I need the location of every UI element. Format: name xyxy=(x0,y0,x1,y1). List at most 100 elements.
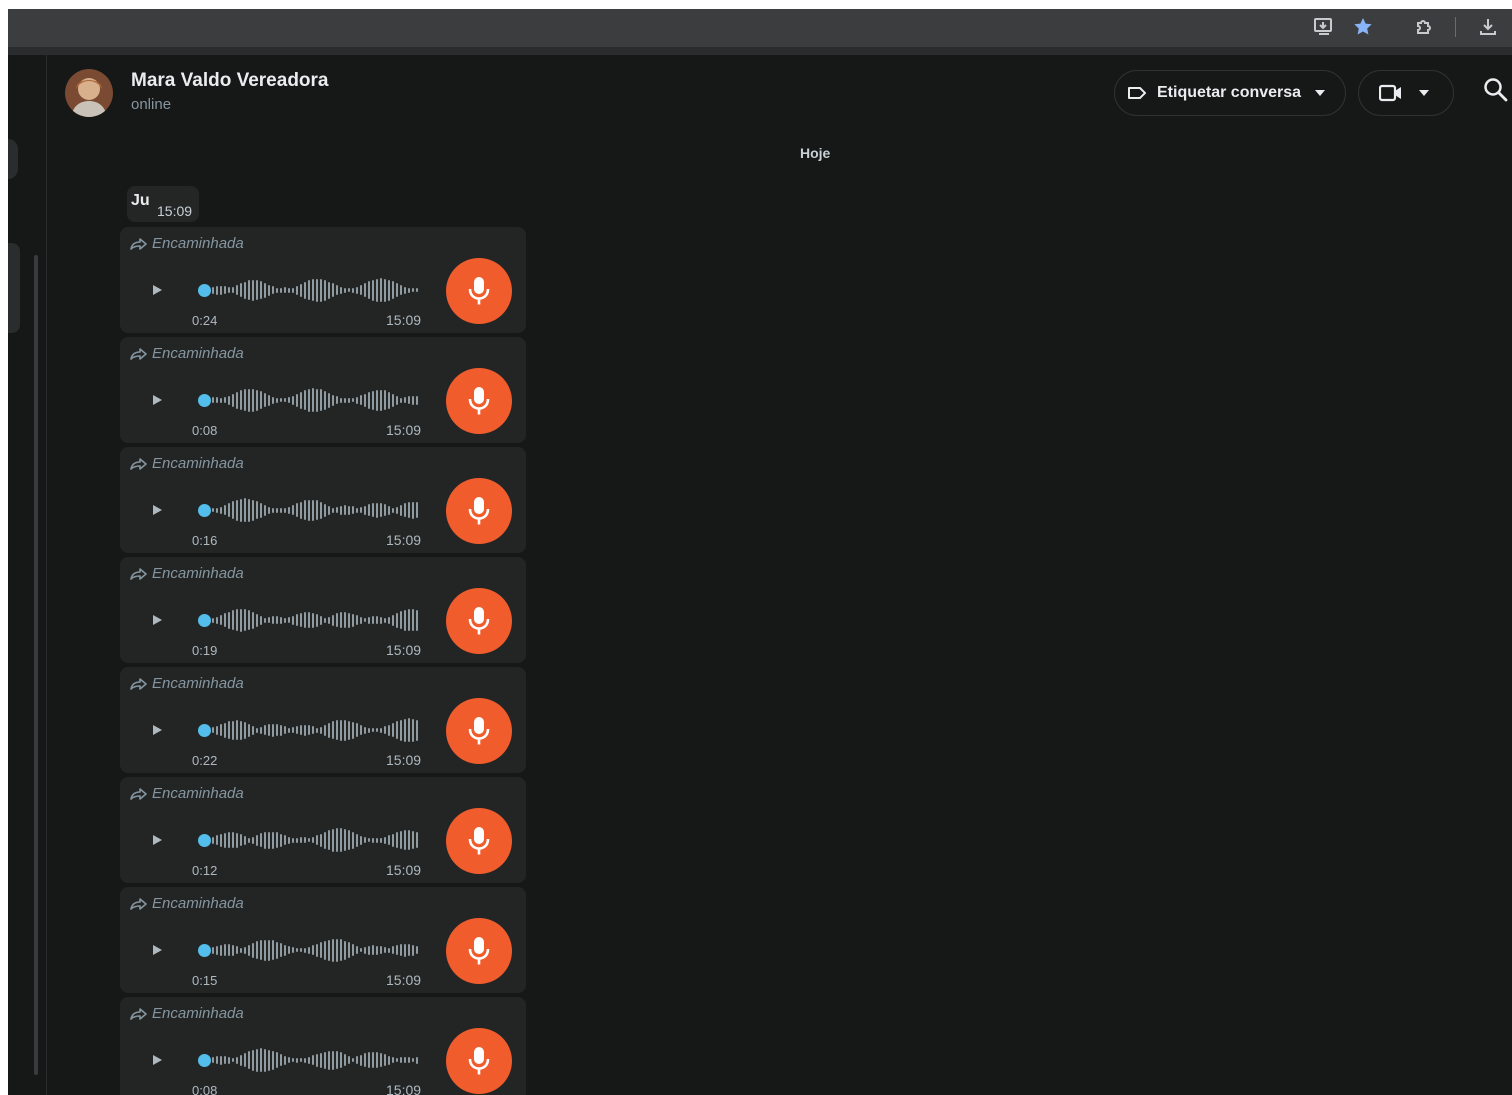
voice-duration: 0:22 xyxy=(192,753,218,768)
voice-message-bubble[interactable]: Encaminhada 0:08 15:09 xyxy=(120,997,526,1095)
waveform[interactable] xyxy=(212,497,422,523)
contact-status: online xyxy=(131,96,172,113)
microphone-icon xyxy=(446,918,512,984)
microphone-icon xyxy=(446,698,512,764)
message-time: 15:09 xyxy=(386,972,422,988)
message-time: 15:09 xyxy=(386,752,422,768)
message-time: 15:09 xyxy=(386,1082,422,1095)
forward-icon xyxy=(130,567,152,580)
screenshot-frame: Mara Valdo Vereadora online Etiquetar co… xyxy=(8,9,1512,1095)
rail-tab[interactable] xyxy=(8,243,20,333)
waveform[interactable] xyxy=(212,607,422,633)
playback-position-handle[interactable] xyxy=(198,1054,211,1067)
play-icon[interactable] xyxy=(150,503,164,522)
download-icon[interactable] xyxy=(1477,16,1499,38)
rail-tab[interactable] xyxy=(8,139,18,179)
playback-position-handle[interactable] xyxy=(198,724,211,737)
message-time: 15:09 xyxy=(386,312,422,328)
playback-position-handle[interactable] xyxy=(198,284,211,297)
forwarded-text: Encaminhada xyxy=(152,235,244,252)
play-icon[interactable] xyxy=(150,723,164,742)
forward-icon xyxy=(130,457,152,470)
play-icon[interactable] xyxy=(150,833,164,852)
forwarded-text: Encaminhada xyxy=(152,895,244,912)
waveform[interactable] xyxy=(212,717,422,743)
voice-message-bubble[interactable]: Encaminhada 0:08 15:09 xyxy=(120,337,526,443)
label-icon xyxy=(1127,86,1147,100)
avatar[interactable] xyxy=(65,69,113,117)
microphone-icon xyxy=(446,1028,512,1094)
contact-name[interactable]: Mara Valdo Vereadora xyxy=(131,70,329,92)
forwarded-label: Encaminhada xyxy=(130,1005,244,1022)
voice-message-bubble[interactable]: Encaminhada 0:24 15:09 xyxy=(120,227,526,333)
message-time: 15:09 xyxy=(386,532,422,548)
microphone-icon xyxy=(446,808,512,874)
forward-icon xyxy=(130,1007,152,1020)
microphone-icon xyxy=(446,258,512,324)
chevron-down-icon xyxy=(1315,90,1326,96)
forwarded-text: Encaminhada xyxy=(152,345,244,362)
bookmark-star-icon[interactable] xyxy=(1352,16,1374,38)
forwarded-label: Encaminhada xyxy=(130,235,244,252)
voice-duration: 0:08 xyxy=(192,423,218,438)
chat-area: Hoje Ju 15:09 Encaminhada 0:24 15:09 Encami… xyxy=(47,135,1512,1095)
voice-duration: 0:12 xyxy=(192,863,218,878)
playback-position-handle[interactable] xyxy=(198,394,211,407)
microphone-icon xyxy=(446,588,512,654)
playback-position-handle[interactable] xyxy=(198,504,211,517)
playback-position-handle[interactable] xyxy=(198,944,211,957)
search-icon[interactable] xyxy=(1483,77,1512,107)
message-time: 15:09 xyxy=(157,203,193,219)
voice-duration: 0:15 xyxy=(192,973,218,988)
waveform[interactable] xyxy=(212,937,422,963)
chevron-down-icon xyxy=(1419,90,1429,96)
forwarded-label: Encaminhada xyxy=(130,785,244,802)
browser-toolbar xyxy=(8,9,1512,55)
voice-duration: 0:24 xyxy=(192,313,218,328)
forward-icon xyxy=(130,237,152,250)
message-time: 15:09 xyxy=(386,862,422,878)
microphone-icon xyxy=(446,478,512,544)
forwarded-label: Encaminhada xyxy=(130,895,244,912)
video-call-button[interactable] xyxy=(1358,70,1454,116)
forward-icon xyxy=(130,897,152,910)
scrollbar[interactable] xyxy=(34,255,38,1075)
waveform[interactable] xyxy=(212,1047,422,1073)
playback-position-handle[interactable] xyxy=(198,834,211,847)
forwarded-text: Encaminhada xyxy=(152,455,244,472)
microphone-icon xyxy=(446,368,512,434)
playback-position-handle[interactable] xyxy=(198,614,211,627)
label-conversation-button[interactable]: Etiquetar conversa xyxy=(1114,70,1346,116)
play-icon[interactable] xyxy=(150,943,164,962)
message-time: 15:09 xyxy=(386,422,422,438)
forwarded-label: Encaminhada xyxy=(130,345,244,362)
play-icon[interactable] xyxy=(150,613,164,632)
day-separator: Hoje xyxy=(800,145,831,161)
forward-icon xyxy=(130,677,152,690)
play-icon[interactable] xyxy=(150,283,164,302)
forwarded-label: Encaminhada xyxy=(130,675,244,692)
waveform[interactable] xyxy=(212,277,422,303)
voice-message-bubble[interactable]: Encaminhada 0:12 15:09 xyxy=(120,777,526,883)
voice-message-bubble[interactable]: Encaminhada 0:15 15:09 xyxy=(120,887,526,993)
label-button-text: Etiquetar conversa xyxy=(1157,84,1302,101)
forwarded-label: Encaminhada xyxy=(130,565,244,582)
voice-message-bubble[interactable]: Encaminhada 0:19 15:09 xyxy=(120,557,526,663)
waveform[interactable] xyxy=(212,827,422,853)
forwarded-text: Encaminhada xyxy=(152,1005,244,1022)
extensions-icon[interactable] xyxy=(1413,16,1435,38)
voice-duration: 0:08 xyxy=(192,1083,218,1095)
install-app-icon[interactable] xyxy=(1313,16,1335,38)
forward-icon xyxy=(130,347,152,360)
voice-message-bubble[interactable]: Encaminhada 0:22 15:09 xyxy=(120,667,526,773)
conversation-header: Mara Valdo Vereadora online Etiquetar co… xyxy=(47,55,1512,135)
text-message-bubble[interactable]: Ju 15:09 xyxy=(127,186,199,222)
voice-duration: 0:16 xyxy=(192,533,218,548)
voice-message-bubble[interactable]: Encaminhada 0:16 15:09 xyxy=(120,447,526,553)
play-icon[interactable] xyxy=(150,1053,164,1072)
play-icon[interactable] xyxy=(150,393,164,412)
waveform[interactable] xyxy=(212,387,422,413)
video-call-icon xyxy=(1379,84,1403,102)
message-text: Ju xyxy=(131,192,150,209)
left-rail xyxy=(8,55,47,1095)
